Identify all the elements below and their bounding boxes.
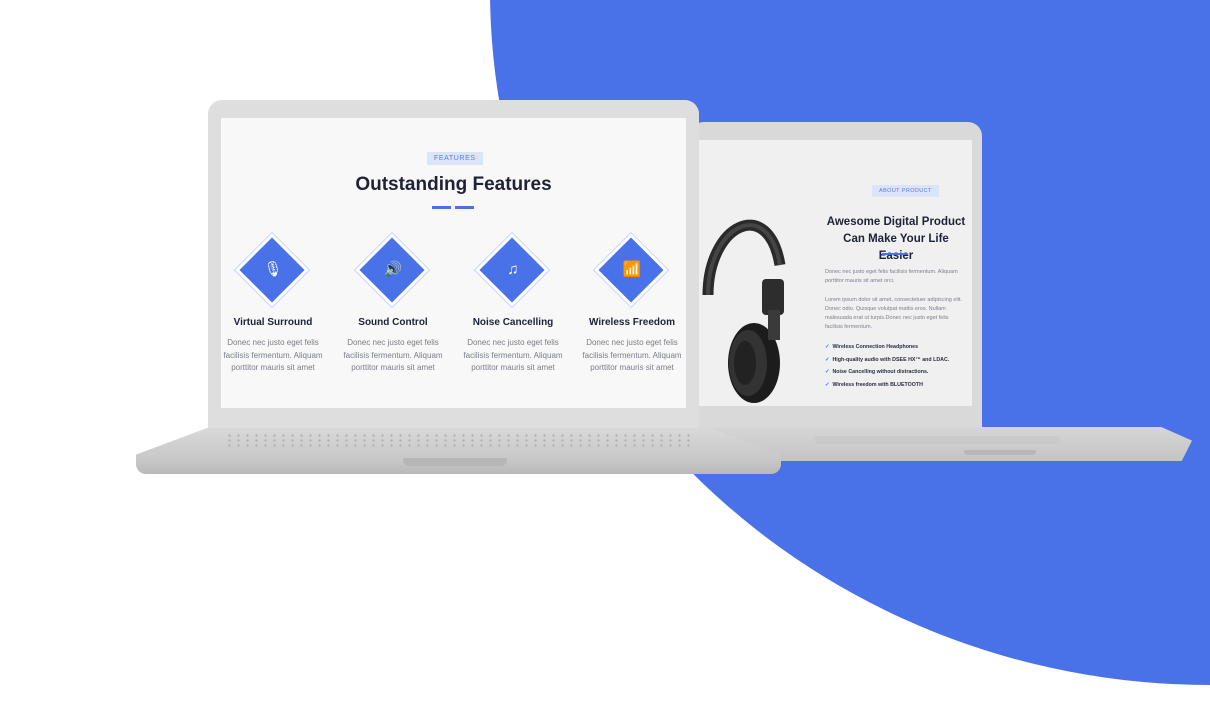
feature-title: Wireless Freedom bbox=[588, 317, 676, 328]
feature-description: Donec nec justo eget felis facilisis fer… bbox=[223, 338, 323, 373]
check-icon: ✓ bbox=[825, 344, 830, 350]
check-icon: ✓ bbox=[825, 381, 830, 388]
list-item: ✓ Noise Cancelling without distractions. bbox=[825, 369, 929, 375]
back-laptop-screen: ABOUT PRODUCT Awesome Digital Product Ca… bbox=[698, 140, 972, 406]
feature-card: 📶 Wireless Freedom Donec nec justo eget … bbox=[577, 237, 686, 375]
feature-description: Donec nec justo eget felis facilisis fer… bbox=[463, 338, 563, 373]
features-title: Outstanding Features bbox=[355, 174, 552, 195]
about-title: Awesome Digital Product Can Make Your Li… bbox=[826, 216, 966, 262]
about-paragraph-1: Donec nec justo eget felis facilisis fer… bbox=[825, 269, 958, 284]
feature-title: Sound Control bbox=[358, 317, 428, 328]
about-badge: ABOUT PRODUCT bbox=[872, 185, 939, 197]
feature-description: Donec nec justo eget felis facilisis fer… bbox=[582, 338, 682, 373]
wifi-icon: 📶 bbox=[622, 261, 642, 278]
about-paragraph-2: Lorem ipsum dolor sit amet, consectetuer… bbox=[825, 297, 962, 330]
back-laptop-notch bbox=[964, 450, 1036, 455]
feature-title: Noise Cancelling bbox=[472, 317, 554, 328]
front-laptop-keyboard bbox=[225, 433, 695, 447]
feature-description: Donec nec justo eget felis facilisis fer… bbox=[343, 338, 443, 373]
title-underline bbox=[882, 253, 908, 255]
front-laptop-screen: FEATURES Outstanding Features 🎙 Virtual … bbox=[221, 118, 686, 408]
list-item: ✓ Wireless freedom with BLUETOOTH bbox=[825, 381, 923, 388]
front-laptop-notch bbox=[403, 458, 507, 466]
features-badge: FEATURES bbox=[427, 152, 483, 165]
list-item: ✓ Wireless Connection Headphones bbox=[825, 344, 919, 350]
check-icon: ✓ bbox=[825, 356, 830, 363]
back-laptop-trackpad bbox=[815, 436, 1060, 444]
music-note-icon: ♫ bbox=[507, 261, 519, 278]
check-icon: ✓ bbox=[825, 369, 830, 375]
feature-title: Virtual Surround bbox=[233, 317, 313, 328]
headphones-image bbox=[702, 219, 786, 403]
feature-list: ✓ Wireless Connection Headphones ✓ High-qu… bbox=[825, 344, 970, 394]
title-underline-right bbox=[455, 206, 474, 209]
feature-card: 🔊 Sound Control Donec nec justo eget fel… bbox=[338, 237, 448, 375]
speaker-icon: 🔊 bbox=[383, 261, 403, 278]
title-underline-left bbox=[432, 206, 451, 209]
feature-card: ♫ Noise Cancelling Donec nec justo eget … bbox=[458, 237, 568, 375]
list-item: ✓ High-quality audio with DSEE HX™ and LD… bbox=[825, 356, 950, 363]
feature-card: 🎙 Virtual Surround Donec nec justo eget … bbox=[221, 237, 328, 375]
microphone-icon: 🎙 bbox=[263, 261, 283, 278]
